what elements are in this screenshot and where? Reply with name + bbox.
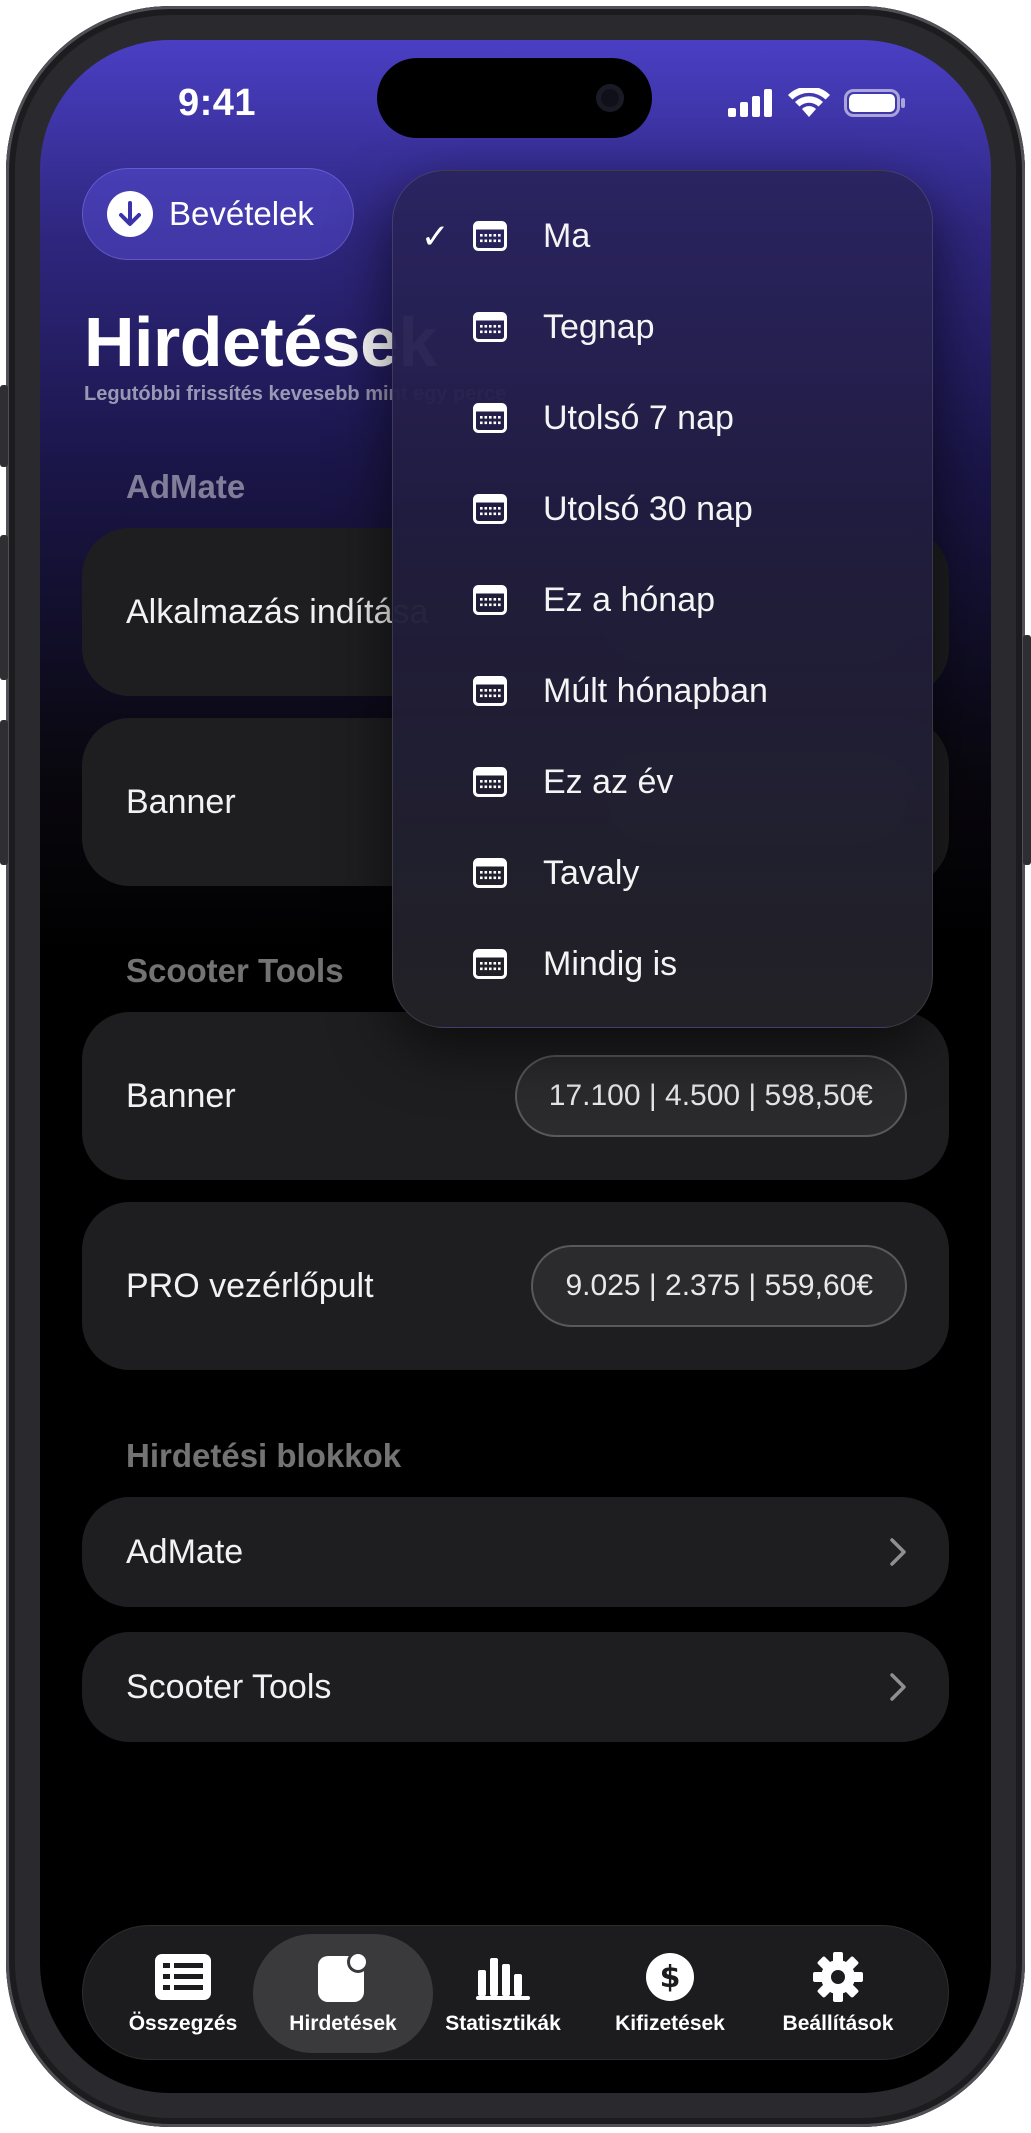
ad-unit-name: Alkalmazás indítása (126, 592, 429, 631)
ad-unit-stats: 17.100 | 4.500 | 598,50€ (514, 1055, 907, 1137)
page-title: Hirdetések (84, 303, 437, 381)
ad-unit-stats: 9.025 | 2.375 | 559,60€ (531, 1245, 907, 1327)
date-range-option-label: Utolsó 7 nap (543, 399, 734, 437)
date-range-option-label: Ma (543, 217, 591, 255)
tab-payouts[interactable]: $ Kifizetések (580, 1934, 760, 2053)
date-range-option[interactable]: Ez az év (393, 737, 932, 828)
bar-chart-icon (475, 1952, 531, 2002)
volume-down-button (0, 720, 8, 865)
date-range-option-label: Ez az év (543, 763, 674, 801)
tab-label: Hirdetések (289, 2011, 397, 2035)
revenue-button[interactable]: Bevételek (82, 168, 354, 260)
ad-unit-name: PRO vezérlőpult (126, 1266, 374, 1305)
ad-badge-icon (315, 1951, 371, 2002)
battery-icon (844, 89, 905, 117)
tab-label: Statisztikák (445, 2011, 561, 2035)
action-button (0, 385, 8, 467)
calendar-icon (473, 494, 507, 529)
ad-block-label: Scooter Tools (126, 1667, 332, 1706)
calendar-icon (473, 403, 507, 438)
date-range-option-label: Tavaly (543, 854, 640, 892)
tab-ads[interactable]: Hirdetések (253, 1934, 433, 2053)
volume-up-button (0, 535, 8, 680)
date-range-option-label: Tegnap (543, 308, 655, 346)
ad-block-label: AdMate (126, 1532, 244, 1571)
ad-unit-card[interactable]: Banner 17.100 | 4.500 | 598,50€ (82, 1012, 949, 1180)
calendar-icon (473, 676, 507, 711)
camera-icon (596, 84, 624, 112)
date-range-option[interactable]: Tavaly (393, 828, 932, 919)
screen: 9:41 Bevételek Hirdetések Legutóbbi fris… (40, 40, 991, 2093)
calendar-icon (473, 858, 507, 893)
tab-bar: Összegzés Hirdetések Statisztikák $ Kifi… (82, 1925, 949, 2060)
date-range-option-label: Utolsó 30 nap (543, 490, 753, 528)
tab-label: Beállítások (782, 2011, 894, 2035)
date-range-option[interactable]: Utolsó 7 nap (393, 373, 932, 464)
tab-summary[interactable]: Összegzés (93, 1934, 273, 2053)
ad-unit-name: Banner (126, 782, 236, 821)
tab-label: Összegzés (128, 2011, 238, 2035)
dynamic-island (377, 58, 652, 138)
date-range-option-label: Mindig is (543, 945, 678, 983)
date-range-option[interactable]: Mindig is (393, 919, 932, 1010)
calendar-icon (473, 585, 507, 620)
date-range-option-label: Múlt hónapban (543, 672, 768, 710)
calendar-icon (473, 221, 507, 256)
wifi-icon (788, 88, 830, 117)
ad-block-row[interactable]: Scooter Tools (82, 1632, 949, 1742)
status-icons (728, 88, 906, 118)
tab-label: Kifizetések (615, 2011, 725, 2035)
ad-unit-name: Banner (126, 1076, 236, 1115)
section-title-ad-blocks: Hirdetési blokkok (126, 1437, 402, 1474)
calendar-icon (473, 767, 507, 802)
date-range-option[interactable]: Tegnap (393, 282, 932, 373)
calendar-icon (473, 312, 507, 347)
power-button (1023, 635, 1031, 865)
date-range-option-label: Ez a hónap (543, 581, 716, 619)
calendar-icon (473, 949, 507, 984)
date-range-option[interactable]: Utolsó 30 nap (393, 464, 932, 555)
status-time: 9:41 (178, 82, 257, 124)
ad-block-row[interactable]: AdMate (82, 1497, 949, 1607)
gear-icon (810, 1951, 866, 2002)
svg-text:$: $ (660, 1960, 681, 1995)
section-title-scooter-tools: Scooter Tools (126, 952, 344, 989)
revenue-button-label: Bevételek (169, 195, 314, 232)
dollar-icon: $ (642, 1952, 698, 2002)
section-title-admate: AdMate (126, 468, 246, 505)
tab-statistics[interactable]: Statisztikák (413, 1934, 593, 2053)
list-icon (155, 1952, 211, 2002)
ad-unit-card[interactable]: PRO vezérlőpult 9.025 | 2.375 | 559,60€ (82, 1202, 949, 1370)
date-range-option[interactable]: Múlt hónapban (393, 646, 932, 737)
tab-settings[interactable]: Beállítások (748, 1934, 928, 2053)
cellular-signal-icon (728, 89, 772, 117)
date-range-menu: ✓ Ma Tegnap Utolsó 7 nap Utolsó 30 nap Ez a h… (392, 170, 933, 1028)
chevron-right-icon (890, 1673, 906, 1701)
date-range-option[interactable]: Ez a hónap (393, 555, 932, 646)
chevron-right-icon (890, 1538, 906, 1566)
arrow-down-circle-icon (107, 191, 153, 237)
date-range-option[interactable]: ✓ Ma (393, 191, 932, 282)
checkmark-icon: ✓ (421, 217, 450, 256)
